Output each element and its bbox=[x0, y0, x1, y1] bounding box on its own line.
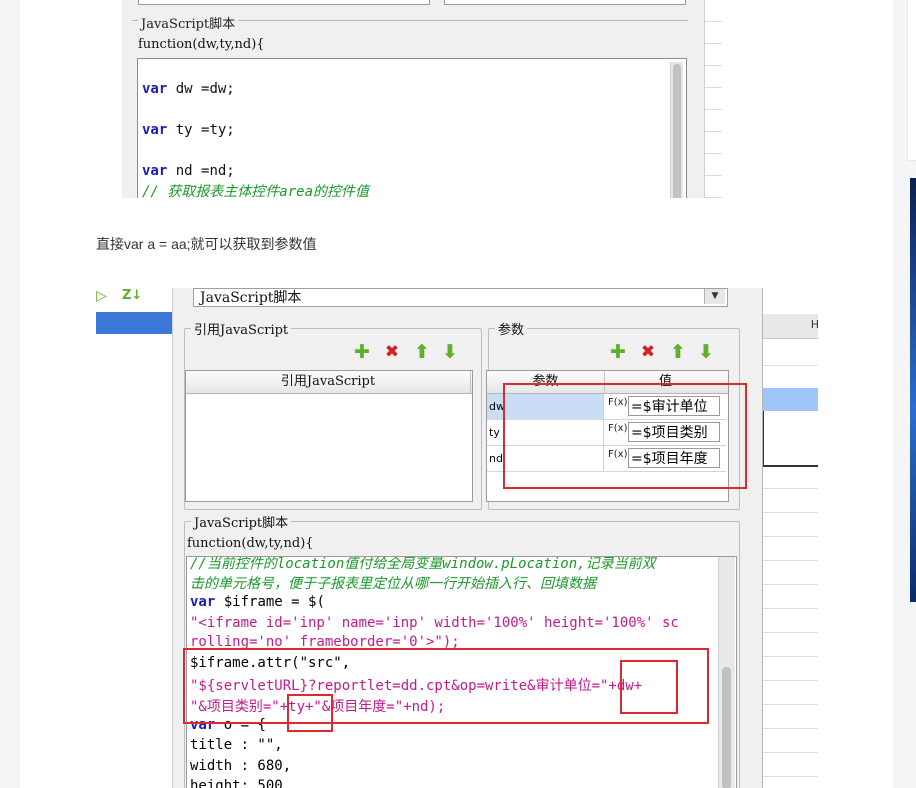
code-line: var $iframe = $( bbox=[190, 594, 325, 610]
chevron-down-icon[interactable]: ▼ bbox=[704, 289, 725, 304]
side-grid bbox=[704, 0, 722, 198]
code-line: "<iframe id='inp' name='inp' width='100%… bbox=[190, 615, 679, 631]
highlight-dw-box bbox=[620, 660, 678, 714]
play-icon[interactable]: ▷ bbox=[96, 288, 107, 304]
scrollbar-thumb[interactable] bbox=[673, 64, 681, 198]
scrollbar-thumb[interactable] bbox=[722, 667, 731, 788]
script-type-value: JavaScript脚本 bbox=[200, 290, 302, 306]
tree-selected-row[interactable] bbox=[96, 312, 172, 334]
code-line: title : "", bbox=[190, 737, 283, 753]
code-line: width : 680, bbox=[190, 758, 292, 774]
top-field-right bbox=[444, 0, 686, 5]
left-tree-panel: ▷ Z↓ bbox=[96, 288, 173, 788]
script-type-select[interactable]: JavaScript脚本 ▼ bbox=[193, 288, 728, 307]
code-line: var nd =nd; bbox=[142, 163, 235, 179]
code-line: var ty =ty; bbox=[142, 122, 235, 138]
grid-cell-box bbox=[763, 411, 818, 467]
ref-js-column-header[interactable]: 引用JavaScript bbox=[186, 371, 471, 393]
js-script-group-title: JavaScript脚本 bbox=[191, 512, 292, 531]
highlight-params-box bbox=[503, 383, 747, 489]
add-param-icon[interactable]: ✚ bbox=[607, 341, 629, 363]
code-editor[interactable]: var dw =dw; var ty =ty; var nd =nd; // 获… bbox=[137, 58, 687, 198]
grid-column-header: H bbox=[810, 318, 818, 331]
code-comment: 击的单元格号，便于子报表里定位从哪一行开始插入行、回填数据 bbox=[190, 576, 596, 592]
top-field-left bbox=[138, 0, 430, 5]
move-param-down-icon[interactable]: ⬇ bbox=[695, 341, 717, 363]
highlight-ty-box bbox=[287, 694, 333, 732]
function-signature: function(dw,ty,nd){ bbox=[138, 37, 265, 52]
code-comment: // 获取报表主体控件area的控件值 bbox=[142, 184, 370, 198]
add-icon[interactable]: ✚ bbox=[351, 341, 373, 363]
article-caption: 直接var a = aa;就可以获取到参数值 bbox=[96, 236, 317, 252]
editor-scrollbar[interactable] bbox=[718, 557, 735, 788]
ref-js-list[interactable]: 引用JavaScript bbox=[185, 370, 473, 502]
move-up-icon[interactable]: ⬆ bbox=[411, 341, 433, 363]
ref-js-group-title: 引用JavaScript bbox=[191, 319, 292, 338]
code-line: height: 500 bbox=[190, 778, 283, 788]
param-group-title: 参数 bbox=[495, 319, 528, 338]
function-signature: function(dw,ty,nd){ bbox=[187, 536, 314, 551]
delete-icon[interactable]: ✖ bbox=[381, 341, 403, 363]
move-param-up-icon[interactable]: ⬆ bbox=[667, 341, 689, 363]
move-down-icon[interactable]: ⬇ bbox=[439, 341, 461, 363]
sidebar-banner-image bbox=[910, 178, 916, 602]
js-settings-panel: JavaScript脚本 ▼ 引用JavaScript ✚ ✖ ⬆ ⬇ 引用Ja… bbox=[176, 288, 761, 788]
right-grid: H bbox=[762, 288, 818, 788]
screenshot-js-editor-2: ▷ Z↓ JavaScript脚本 ▼ 引用JavaScript ✚ ✖ ⬆ ⬇… bbox=[96, 288, 818, 788]
ref-js-group: 引用JavaScript ✚ ✖ ⬆ ⬇ 引用JavaScript bbox=[184, 319, 482, 510]
sort-icon[interactable]: Z↓ bbox=[122, 288, 142, 303]
screenshot-js-editor-1: JavaScript脚本 function(dw,ty,nd){ var dw … bbox=[122, 0, 722, 198]
sidebar-card bbox=[907, 0, 916, 161]
js-script-group-title: JavaScript脚本 bbox=[138, 13, 239, 32]
code-line: var dw =dw; bbox=[142, 81, 235, 97]
delete-param-icon[interactable]: ✖ bbox=[637, 341, 659, 363]
code-comment: //当前控件的location值付给全局变量window.pLocation,记… bbox=[190, 556, 656, 572]
grid-selected-row[interactable] bbox=[763, 388, 818, 411]
editor-scrollbar[interactable] bbox=[670, 62, 683, 198]
